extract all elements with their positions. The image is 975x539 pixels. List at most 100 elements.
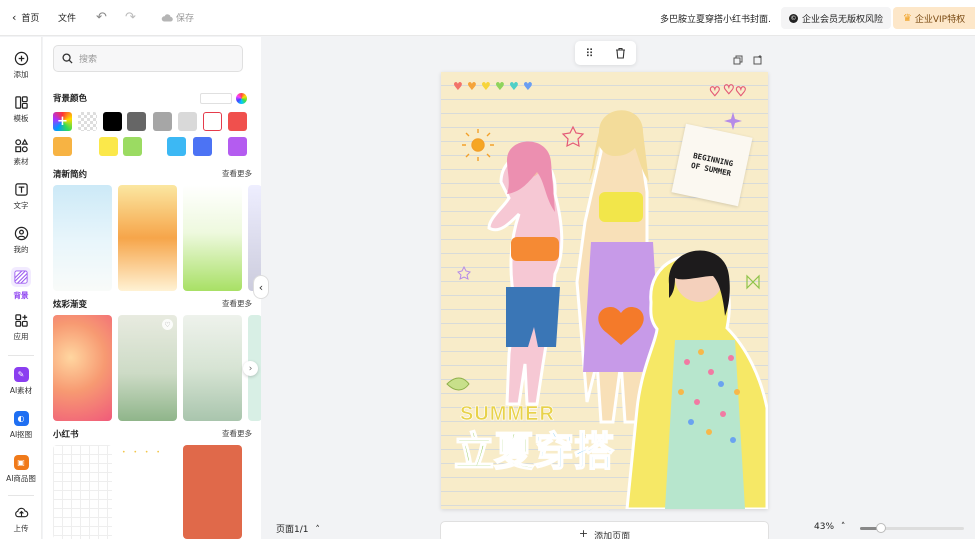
favorite-heart-icon[interactable]: ♡: [162, 319, 173, 330]
add-color-button[interactable]: +: [53, 112, 72, 131]
rail-item-upload[interactable]: 上传: [0, 505, 42, 534]
model-left: [487, 141, 564, 406]
background-thumbnail[interactable]: • • • •: [118, 445, 177, 539]
view-more-xiaohongshu[interactable]: 查看更多: [222, 428, 252, 439]
redo-icon[interactable]: ↷: [125, 10, 136, 25]
background-thumbnail[interactable]: [118, 185, 177, 291]
file-menu-button[interactable]: 文件: [58, 11, 76, 24]
svg-text:♥: ♥: [453, 80, 463, 93]
document-title[interactable]: 多巴胺立夏穿搭小红书封面.: [660, 12, 771, 25]
background-thumbnail[interactable]: [53, 185, 112, 291]
rail-item-elements[interactable]: 素材: [0, 138, 42, 167]
rail-item-ai-product[interactable]: ▣ AI商品图: [0, 455, 42, 484]
drag-handle-icon[interactable]: ⠿: [585, 47, 593, 60]
color-swatch[interactable]: [153, 112, 172, 131]
color-swatch[interactable]: [99, 137, 118, 156]
home-button[interactable]: ‹ 首页: [12, 11, 39, 24]
bow-doodle: [746, 274, 760, 290]
user-icon: [14, 226, 28, 241]
color-swatch[interactable]: [193, 137, 212, 156]
undo-icon[interactable]: ↶: [96, 10, 107, 25]
rail-item-ai-material[interactable]: ✎ AI素材: [0, 367, 42, 396]
decor-dots: • • • •: [122, 449, 163, 456]
add-page-icon[interactable]: [753, 55, 763, 65]
save-label: 保存: [176, 14, 195, 24]
chevron-up-icon: ˄: [840, 522, 846, 532]
rail-item-mine[interactable]: 我的: [0, 226, 42, 255]
chevron-up-icon: ˄: [315, 525, 320, 535]
rail-item-apps[interactable]: 应用: [0, 313, 42, 342]
vip-button[interactable]: ♛ 企业VIP特权: [893, 7, 975, 29]
section-title-fresh: 清新简约: [53, 170, 88, 180]
collapse-panel-button[interactable]: ‹: [253, 275, 269, 299]
left-rail: 添加 模板 素材 文字 我的 背景 应用 ✎ AI素材 ◐ AI抠图 ▣ AI商…: [0, 37, 42, 539]
section-title-xiaohongshu: 小红书: [53, 430, 79, 440]
view-more-gradient[interactable]: 查看更多: [222, 298, 252, 309]
vip-label: 企业VIP特权: [914, 14, 966, 25]
page-indicator[interactable]: 页面1/1 ˄: [276, 522, 320, 535]
poster-title[interactable]: 立夏穿搭: [453, 419, 615, 477]
zoom-slider-handle[interactable]: [875, 523, 886, 533]
background-thumbnail[interactable]: [183, 185, 242, 291]
enterprise-member-button[interactable]: © 企业会员无版权风险: [781, 7, 892, 29]
color-swatch[interactable]: [228, 112, 247, 131]
rail-divider: [8, 495, 34, 496]
poster-canvas[interactable]: ♥ ♥ ♥ ♥ ♥ ♥ ♡ ♡ ♡ BEGINNING OF SUMMER SU…: [441, 72, 768, 509]
svg-text:♥: ♥: [495, 80, 505, 93]
zoom-slider[interactable]: [860, 523, 964, 533]
color-swatch[interactable]: [167, 137, 186, 156]
outline-hearts: ♡ ♡ ♡: [709, 83, 747, 101]
svg-text:♡: ♡: [723, 83, 735, 98]
ai-material-icon: ✎: [13, 367, 29, 382]
background-thumbnail[interactable]: [53, 445, 112, 539]
star-doodle: [561, 125, 585, 148]
rail-item-ai-cutout[interactable]: ◐ AI抠图: [0, 411, 42, 440]
rail-item-add[interactable]: 添加: [0, 51, 42, 80]
svg-text:♥: ♥: [523, 80, 533, 93]
bg-color-title: 背景颜色: [53, 94, 88, 104]
copyright-icon: ©: [789, 13, 798, 23]
background-thumbnail[interactable]: [183, 445, 242, 539]
duplicate-page-icon[interactable]: [733, 55, 743, 65]
apps-icon: [14, 314, 28, 327]
color-swatch[interactable]: [53, 137, 72, 156]
background-thumbnail[interactable]: ♡: [118, 315, 177, 421]
color-wheel-icon[interactable]: [236, 93, 247, 104]
zoom-level[interactable]: 43% ˄: [814, 522, 845, 532]
heart-stickers: ♥ ♥ ♥ ♥ ♥ ♥: [453, 80, 533, 93]
add-page-label: 添加页面: [594, 532, 631, 539]
enterprise-label: 企业会员无版权风险: [802, 14, 884, 25]
search-input[interactable]: 搜索: [53, 45, 243, 72]
svg-text:♡: ♡: [709, 85, 721, 100]
svg-text:♡: ♡: [735, 85, 747, 100]
add-page-button[interactable]: + 添加页面: [440, 521, 769, 539]
save-button[interactable]: 保存: [161, 11, 194, 24]
color-swatch[interactable]: [123, 137, 142, 156]
color-swatch[interactable]: [203, 112, 222, 131]
crown-icon: ♛: [902, 12, 912, 24]
color-swatch[interactable]: [178, 112, 197, 131]
upload-icon: [14, 507, 28, 518]
background-thumbnail[interactable]: [53, 315, 112, 421]
title-part-1: 立夏: [453, 428, 535, 476]
background-thumbnail[interactable]: [183, 315, 242, 421]
rail-item-text[interactable]: 文字: [0, 182, 42, 211]
color-swatch[interactable]: [127, 112, 146, 131]
view-more-fresh[interactable]: 查看更多: [222, 168, 252, 179]
note-card-sticker[interactable]: BEGINNING OF SUMMER: [671, 123, 753, 207]
text-icon: [14, 183, 28, 196]
template-icon: [14, 96, 28, 109]
background-icon: [14, 270, 28, 284]
rail-item-background[interactable]: 背景: [0, 267, 42, 301]
elements-icon: [14, 138, 28, 153]
section-title-gradient: 炫彩渐变: [53, 300, 88, 310]
carousel-next-button[interactable]: ›: [243, 361, 258, 376]
rail-item-template[interactable]: 模板: [0, 95, 42, 124]
color-hex-input[interactable]: [200, 93, 232, 104]
sparkle-doodle: [724, 112, 742, 130]
trash-icon[interactable]: [615, 47, 626, 59]
transparent-swatch[interactable]: [78, 112, 97, 131]
cloud-icon: [161, 14, 173, 22]
color-swatch[interactable]: [103, 112, 122, 131]
color-swatch[interactable]: [228, 137, 247, 156]
